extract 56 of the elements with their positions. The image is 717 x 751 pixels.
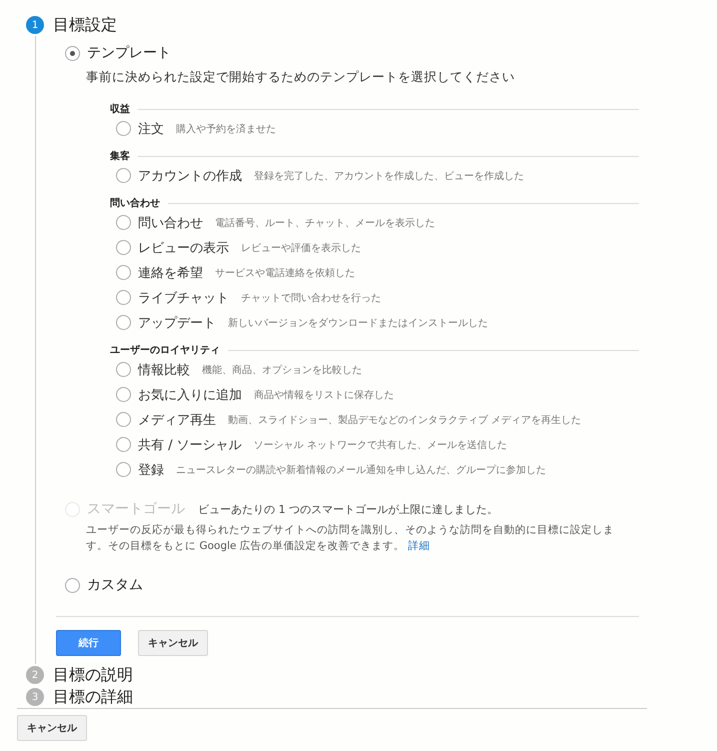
step-number-badge: 3 (26, 688, 44, 706)
option-label: ライブチャット (138, 290, 229, 306)
option-detail: ソーシャル ネットワークで共有した、メールを送信した (254, 438, 507, 452)
radio-button[interactable] (116, 265, 131, 280)
group-heading: 集客 (110, 149, 130, 163)
option-label: レビューの表示 (138, 240, 229, 256)
radio-button[interactable] (116, 412, 131, 427)
group-heading: ユーザーのロイヤリティ (110, 344, 220, 357)
option-detail: サービスや電話連絡を依頼した (215, 266, 355, 280)
step-number-badge: 1 (26, 16, 44, 34)
option-label: 情報比較 (138, 362, 190, 378)
radio-button[interactable] (65, 578, 80, 592)
radio-button[interactable] (65, 46, 80, 60)
option-detail: 登録を完了した、アカウントを作成した、ビューを作成した (254, 170, 524, 182)
step-title: 目標設定 (53, 14, 117, 36)
option-detail: レビューや評価を表示した (241, 242, 361, 254)
radio-button[interactable] (116, 121, 131, 136)
step-title: 目標の説明 (53, 664, 133, 686)
option-label: スマートゴール (87, 500, 185, 518)
radio-button[interactable] (116, 215, 131, 230)
option-label: お気に入りに追加 (138, 386, 242, 404)
option-label: メディア再生 (138, 412, 216, 428)
radio-button[interactable] (116, 462, 131, 477)
group-heading: 収益 (110, 102, 130, 116)
step-title: 目標の詳細 (53, 686, 133, 708)
radio-button[interactable] (116, 315, 131, 330)
option-detail: チャットで問い合わせを行った (241, 292, 381, 304)
option-detail: 動画、スライドショー、製品デモなどのインタラクティブ メディアを再生した (228, 414, 582, 426)
limit-note: ビューあたりの 1 つのスマートゴールが上限に達しました。 (198, 502, 498, 516)
option-detail: ニュースレターの購読や新着情報のメール通知を申し込んだ、グループに参加した (176, 464, 546, 476)
option-label: 共有 / ソーシャル (138, 436, 242, 454)
radio-button[interactable] (116, 168, 131, 183)
group-heading: 問い合わせ (110, 196, 160, 210)
option-detail: 機能、商品、オプションを比較した (202, 364, 362, 376)
radio-button[interactable] (116, 290, 131, 305)
cancel-button[interactable]: キャンセル (138, 630, 208, 656)
template-description: 事前に決められた設定で開始するためのテンプレートを選択してください (85, 68, 516, 86)
option-label: アップデート (138, 314, 216, 332)
option-label: カスタム (87, 576, 143, 594)
option-detail: 新しいバージョンをダウンロードまたはインストールした (228, 316, 488, 330)
cancel-button[interactable]: キャンセル (17, 715, 87, 741)
radio-button[interactable] (116, 362, 131, 377)
option-label: 登録 (138, 462, 164, 478)
radio-button[interactable] (116, 437, 131, 452)
option-detail: 購入や予約を済ませた (176, 122, 276, 136)
option-detail: 商品や情報をリストに保存した (254, 388, 394, 402)
option-label: 連絡を希望 (138, 264, 203, 282)
option-label: テンプレート (87, 44, 171, 62)
radio-button[interactable] (116, 387, 131, 402)
option-detail: 電話番号、ルート、チャット、メールを表示した (215, 216, 435, 230)
option-label: 問い合わせ (138, 214, 203, 232)
smart-goal-description: ユーザーの反応が最も得られたウェブサイトへの訪問を識別し、そのような訪問を自動的に目標に設定します。その目標をもとに Google 広告の単価設定を改善できます。 詳細 (86, 523, 615, 554)
step-number-badge: 2 (26, 666, 44, 684)
radio-button[interactable] (116, 240, 131, 255)
option-label: アカウントの作成 (138, 168, 242, 184)
option-label: 注文 (138, 120, 164, 138)
